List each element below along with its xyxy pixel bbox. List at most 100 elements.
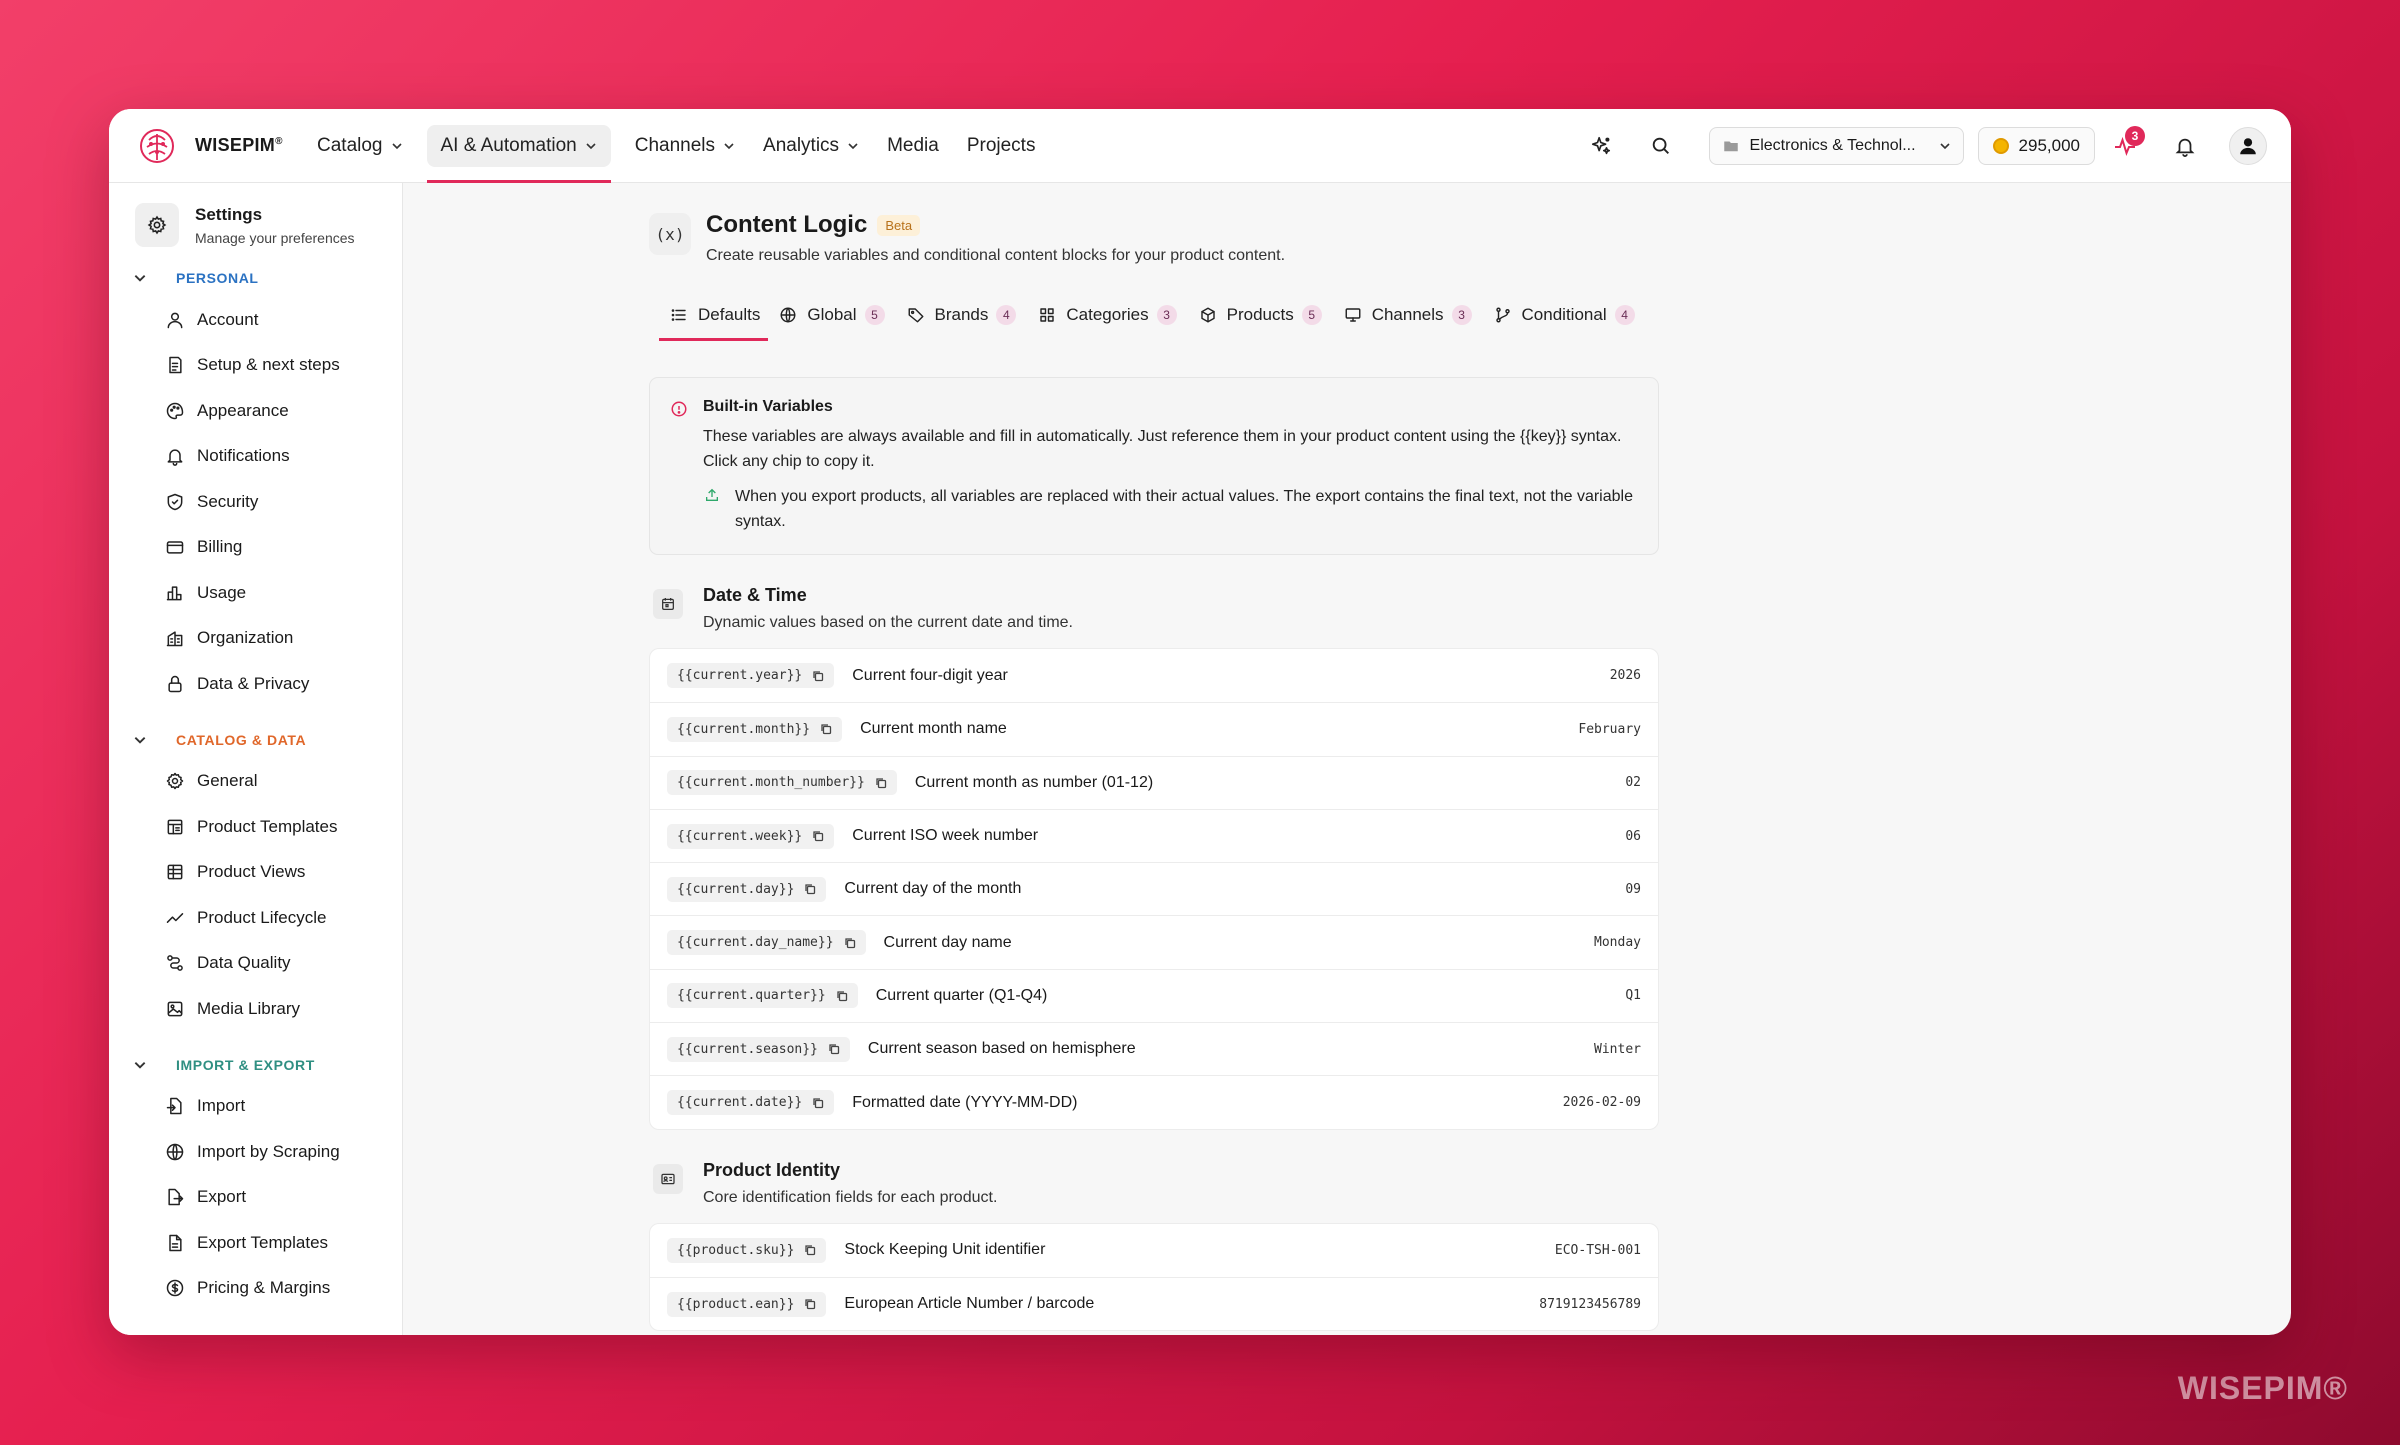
tab-label: Products: [1226, 304, 1294, 324]
sidebar-item-setup-next-steps[interactable]: Setup & next steps: [109, 343, 402, 389]
chevron-down-icon: [586, 142, 596, 149]
tab-count-badge: 4: [996, 304, 1017, 325]
sidebar-section-import-export[interactable]: IMPORT & EXPORT: [109, 1054, 402, 1076]
git-branch-icon: [1495, 307, 1510, 322]
tab-categories[interactable]: Categories 3: [1027, 295, 1187, 335]
nav-item-channels[interactable]: Channels: [621, 109, 749, 183]
tab-label: Categories: [1066, 304, 1149, 324]
file-template-icon: [169, 1234, 182, 1251]
variable-row: {{current.day}} Current day of the month…: [650, 862, 1658, 915]
sidebar-item-account[interactable]: Account: [109, 297, 402, 343]
sidebar-item-data-privacy[interactable]: Data & Privacy: [109, 661, 402, 707]
variable-row: {{current.quarter}} Current quarter (Q1-…: [650, 968, 1658, 1022]
sidebar-item-product-lifecycle[interactable]: Product Lifecycle: [109, 895, 402, 941]
variable-row: {{current.season}} Current season based …: [650, 1022, 1658, 1075]
variable-chip[interactable]: {{current.week}}: [667, 823, 835, 849]
nav-item-media[interactable]: Media: [873, 109, 953, 183]
app-window: WISEPIM® Catalog AI & Automation Channels A…: [109, 109, 2291, 1335]
tab-channels[interactable]: Channels 3: [1333, 295, 1483, 335]
user-avatar-button[interactable]: [2229, 126, 2267, 165]
variable-description: Current quarter (Q1-Q4): [875, 986, 1048, 1004]
sidebar-item-security[interactable]: Security: [109, 479, 402, 525]
nav-item-analytics[interactable]: Analytics: [749, 109, 873, 183]
sidebar-section-catalog-data[interactable]: CATALOG & DATA: [109, 729, 402, 751]
sidebar-item-media-library[interactable]: Media Library: [109, 986, 402, 1032]
variable-list: {{current.year}} Current four-digit year…: [649, 648, 1659, 1130]
sidebar-item-import-by-scraping[interactable]: Import by Scraping: [109, 1129, 402, 1175]
sidebar-item-billing[interactable]: Billing: [109, 525, 402, 571]
tab-count-badge: 5: [864, 304, 885, 325]
chevron-down-icon: [724, 142, 734, 149]
globe-icon: [166, 1143, 184, 1160]
tab-conditional[interactable]: Conditional 4: [1483, 295, 1646, 335]
notifications-button[interactable]: [2163, 124, 2207, 168]
tab-defaults[interactable]: Defaults: [649, 295, 769, 341]
nav-item-projects[interactable]: Projects: [953, 109, 1050, 183]
settings-subtitle: Manage your preferences: [195, 229, 355, 246]
sidebar-item-import[interactable]: Import: [109, 1084, 402, 1130]
workspace-selector[interactable]: Electronics & Technol...: [1708, 126, 1964, 165]
variable-chip[interactable]: {{current.day}}: [667, 876, 827, 902]
variable-key: {{current.date}}: [677, 1095, 803, 1111]
sidebar-item-label: Media Library: [197, 998, 300, 1018]
variable-chip[interactable]: {{current.date}}: [667, 1090, 835, 1116]
nav-item-ai-automation[interactable]: AI & Automation: [426, 109, 612, 183]
variable-chip[interactable]: {{product.ean}}: [667, 1291, 827, 1317]
sidebar-item-usage[interactable]: Usage: [109, 570, 402, 616]
sidebar-item-organization[interactable]: Organization: [109, 616, 402, 662]
sidebar-item-label: Notifications: [197, 446, 290, 466]
variable-row: {{current.date}} Formatted date (YYYY-MM…: [650, 1075, 1658, 1128]
tab-products[interactable]: Products 5: [1188, 295, 1333, 335]
info-text: These variables are always available and…: [703, 428, 1622, 470]
page-title: Content Logic: [706, 211, 868, 238]
tab-label: Brands: [934, 304, 989, 324]
search-button[interactable]: [1639, 124, 1683, 168]
sidebar-item-label: Product Views: [197, 862, 306, 882]
sidebar-item-data-quality[interactable]: Data Quality: [109, 941, 402, 987]
bell-icon: [2175, 138, 2195, 157]
variable-chip[interactable]: {{product.sku}}: [667, 1237, 827, 1263]
variable-key: {{current.month}}: [677, 721, 811, 737]
credits-balance[interactable]: 295,000: [1977, 126, 2095, 165]
sidebar-section-personal[interactable]: PERSONAL: [109, 267, 402, 289]
nav-item-label: Channels: [634, 134, 716, 156]
globe-icon: [780, 307, 796, 322]
sidebar-item-label: Export Templates: [197, 1232, 329, 1252]
sidebar-item-label: Account: [197, 309, 259, 329]
coin-icon: [1992, 137, 2009, 154]
sidebar-item-product-views[interactable]: Product Views: [109, 850, 402, 896]
variable-chip[interactable]: {{current.quarter}}: [667, 983, 858, 1009]
nav-item-label: Analytics: [763, 134, 840, 156]
sidebar-item-product-templates[interactable]: Product Templates: [109, 804, 402, 850]
ai-sparkles-button[interactable]: [1579, 124, 1623, 168]
variable-chip[interactable]: {{current.season}}: [667, 1036, 850, 1062]
brand-logo[interactable]: WISEPIM®: [137, 126, 297, 166]
variable-chip[interactable]: {{current.day_name}}: [667, 930, 866, 956]
content-logic-tabs: Defaults Global 5 Brands 4 Categories 3 Product…: [649, 295, 1659, 341]
sidebar-item-general[interactable]: General: [109, 759, 402, 805]
nav-item-catalog[interactable]: Catalog: [303, 109, 417, 183]
sidebar-item-label: Setup & next steps: [197, 355, 340, 375]
variable-row: {{product.sku}} Stock Keeping Unit ident…: [650, 1224, 1658, 1277]
variable-chip[interactable]: {{current.month_number}}: [667, 770, 897, 796]
image-icon: [167, 1001, 183, 1017]
variable-chip[interactable]: {{current.month}}: [667, 716, 843, 742]
sidebar-item-label: Appearance: [197, 400, 289, 420]
sidebar-item-export-templates[interactable]: Export Templates: [109, 1220, 402, 1266]
sidebar-item-export[interactable]: Export: [109, 1175, 402, 1221]
variable-row: {{current.day_name}} Current day name Mo…: [650, 915, 1658, 968]
sidebar-item-notifications[interactable]: Notifications: [109, 434, 402, 480]
tab-label: Defaults: [698, 304, 761, 324]
tab-global[interactable]: Global 5: [768, 295, 895, 335]
sidebar-item-pricing-margins[interactable]: Pricing & Margins: [109, 1266, 402, 1312]
variable-list: {{product.sku}} Stock Keeping Unit ident…: [649, 1222, 1659, 1332]
variable-chip[interactable]: {{current.year}}: [667, 663, 835, 689]
settings-header: Settings Manage your preferences: [109, 183, 402, 247]
sidebar-item-appearance[interactable]: Appearance: [109, 388, 402, 434]
settings-sidebar: Settings Manage your preferences PERSONA…: [109, 183, 403, 1335]
group-subtitle: Dynamic values based on the current date…: [703, 614, 1073, 631]
tab-brands[interactable]: Brands 4: [896, 295, 1028, 335]
page-subtitle: Create reusable variables and conditiona…: [706, 247, 1286, 264]
activity-button[interactable]: 3: [2103, 124, 2147, 168]
nav-item-label: Projects: [966, 134, 1036, 156]
